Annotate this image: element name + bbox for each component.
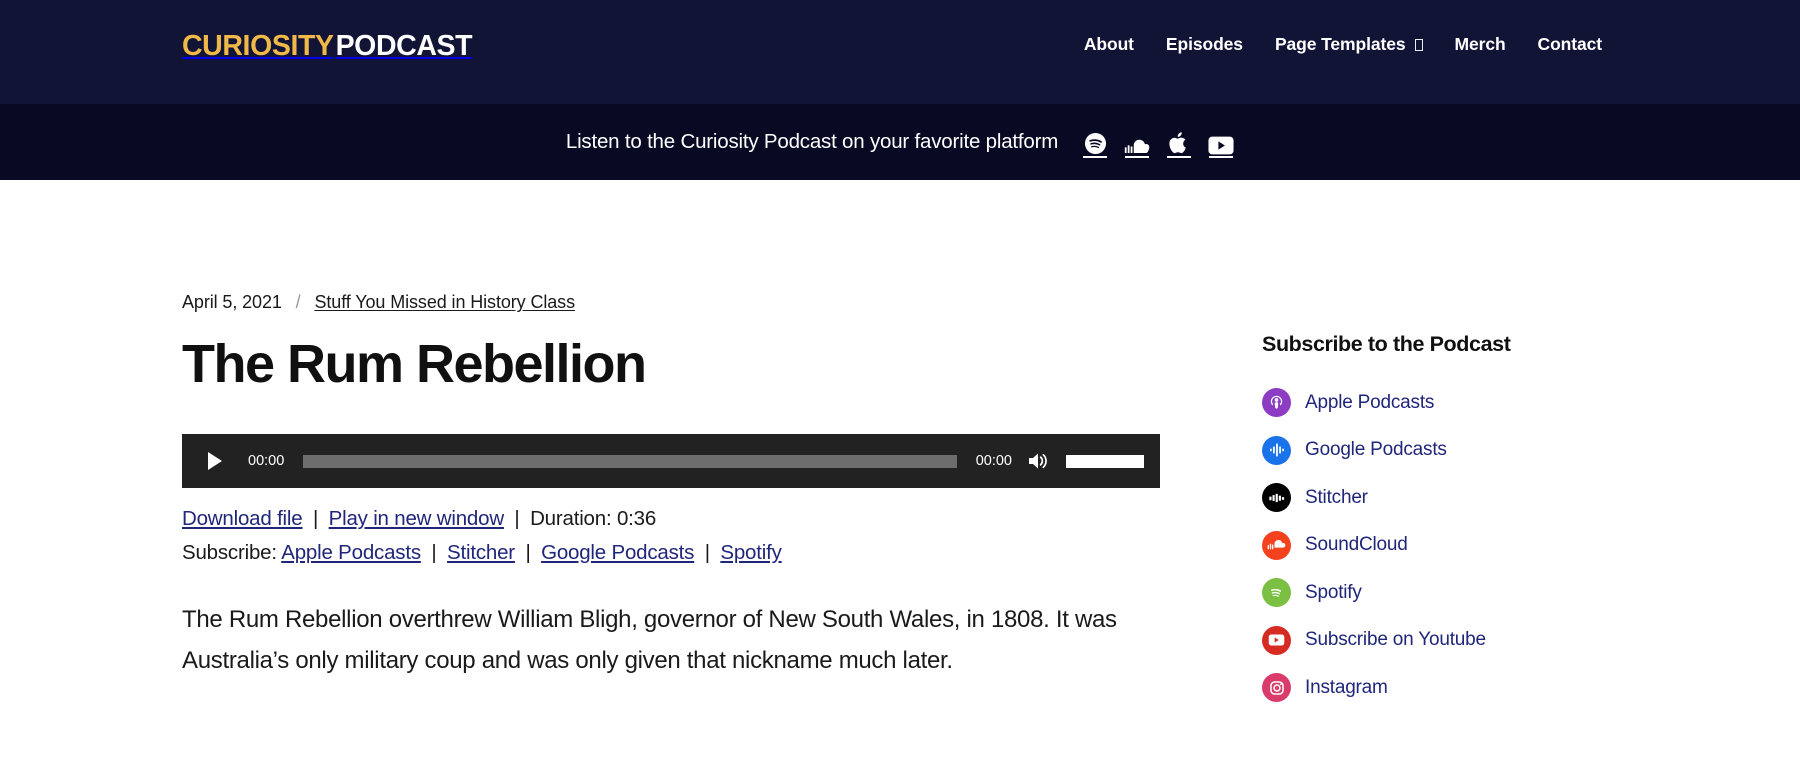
download-file-link[interactable]: Download file bbox=[182, 507, 303, 530]
player-links-row-2: Subscribe: Apple Podcasts | Stitcher | G… bbox=[182, 536, 1180, 569]
apple-icon[interactable] bbox=[1166, 129, 1192, 158]
player-links-row-1: Download file | Play in new window | Dur… bbox=[182, 502, 1180, 535]
platform-banner-icons bbox=[1082, 129, 1234, 158]
site-header: CURIOSITYPODCAST About Episodes Page Tem… bbox=[0, 0, 1800, 104]
link-separator: | bbox=[514, 507, 520, 531]
sidebar-item-label: Spotify bbox=[1305, 581, 1362, 603]
nav-item-episodes[interactable]: Episodes bbox=[1150, 34, 1259, 55]
sidebar-title: Subscribe to the Podcast bbox=[1262, 332, 1511, 356]
speaker-icon bbox=[1028, 453, 1047, 469]
content-wrapper: April 5, 2021 / Stuff You Missed in Hist… bbox=[180, 292, 1620, 721]
meta-separator: / bbox=[295, 292, 301, 312]
link-separator: | bbox=[312, 507, 319, 531]
subscribe-link-google-podcasts[interactable]: Google Podcasts bbox=[541, 541, 694, 564]
brand-name-secondary: PODCAST bbox=[335, 30, 473, 62]
post-meta: April 5, 2021 / Stuff You Missed in Hist… bbox=[182, 292, 1180, 313]
article-column: April 5, 2021 / Stuff You Missed in Hist… bbox=[180, 292, 1180, 682]
spotify-icon bbox=[1262, 578, 1291, 607]
sidebar-item-label: Instagram bbox=[1305, 676, 1388, 698]
player-current-time: 00:00 bbox=[248, 453, 285, 470]
nav-item-page-templates-label: Page Templates bbox=[1274, 34, 1406, 54]
sidebar-item-label: Stitcher bbox=[1305, 486, 1368, 508]
spotify-icon[interactable] bbox=[1082, 129, 1108, 158]
link-separator: | bbox=[525, 540, 531, 564]
audio-player[interactable]: 00:00 00:00 bbox=[182, 434, 1160, 489]
nav-item-page-templates[interactable]: Page Templates bbox=[1259, 34, 1439, 55]
subscribe-link-stitcher[interactable]: Stitcher bbox=[447, 541, 515, 564]
mute-button[interactable] bbox=[1024, 448, 1054, 474]
main-navigation: About Episodes Page Templates Merch Cont… bbox=[1068, 34, 1618, 55]
subscribe-list: Apple Podcasts Google Podcasts Stitcher bbox=[1262, 388, 1620, 702]
sidebar-item-apple-podcasts[interactable]: Apple Podcasts bbox=[1262, 388, 1620, 417]
youtube-icon bbox=[1262, 625, 1291, 655]
player-total-time: 00:00 bbox=[975, 453, 1012, 470]
post-date: April 5, 2021 bbox=[182, 292, 282, 312]
post-category-link[interactable]: Stuff You Missed in History Class bbox=[314, 292, 575, 312]
platform-banner: Listen to the Curiosity Podcast on your … bbox=[0, 104, 1800, 180]
sidebar: Subscribe to the Podcast Apple Podcasts … bbox=[1180, 292, 1620, 721]
subscribe-link-spotify[interactable]: Spotify bbox=[720, 541, 781, 564]
page-body: April 5, 2021 / Stuff You Missed in Hist… bbox=[0, 180, 1800, 721]
google-podcasts-icon bbox=[1262, 435, 1291, 465]
youtube-icon[interactable] bbox=[1208, 129, 1234, 158]
sidebar-item-label: Subscribe on Youtube bbox=[1305, 629, 1486, 650]
instagram-icon bbox=[1262, 673, 1291, 702]
player-links: Download file | Play in new window | Dur… bbox=[182, 502, 1180, 568]
dropdown-box-icon bbox=[1414, 38, 1423, 51]
soundcloud-icon[interactable] bbox=[1124, 129, 1150, 158]
brand-name-primary: CURIOSITY bbox=[182, 30, 334, 62]
link-separator: | bbox=[704, 540, 710, 564]
sidebar-item-stitcher[interactable]: Stitcher bbox=[1262, 483, 1620, 512]
duration-text: Duration: 0:36 bbox=[530, 507, 657, 531]
subscribe-label: Subscribe: bbox=[182, 540, 277, 564]
sidebar-item-youtube[interactable]: Subscribe on Youtube bbox=[1262, 625, 1620, 655]
sidebar-item-label: Apple Podcasts bbox=[1305, 391, 1435, 413]
play-icon bbox=[207, 452, 222, 471]
stitcher-icon bbox=[1262, 483, 1291, 512]
volume-slider[interactable] bbox=[1066, 454, 1144, 468]
subscribe-link-apple-podcasts[interactable]: Apple Podcasts bbox=[281, 541, 421, 564]
link-separator: | bbox=[431, 540, 437, 564]
play-in-new-window-link[interactable]: Play in new window bbox=[329, 507, 504, 530]
apple-podcasts-icon bbox=[1262, 388, 1291, 417]
nav-item-contact[interactable]: Contact bbox=[1522, 34, 1618, 55]
nav-item-merch[interactable]: Merch bbox=[1439, 34, 1522, 55]
sidebar-item-google-podcasts[interactable]: Google Podcasts bbox=[1262, 435, 1620, 465]
sidebar-item-label: SoundCloud bbox=[1305, 534, 1408, 555]
soundcloud-icon bbox=[1262, 530, 1291, 560]
nav-item-about[interactable]: About bbox=[1068, 34, 1150, 55]
sidebar-item-soundcloud[interactable]: SoundCloud bbox=[1262, 530, 1620, 560]
sidebar-item-spotify[interactable]: Spotify bbox=[1262, 578, 1620, 607]
site-logo[interactable]: CURIOSITYPODCAST bbox=[182, 30, 473, 62]
sidebar-item-instagram[interactable]: Instagram bbox=[1262, 673, 1620, 702]
sidebar-item-label: Google Podcasts bbox=[1305, 439, 1447, 460]
play-button[interactable] bbox=[198, 446, 228, 476]
post-excerpt: The Rum Rebellion overthrew William Blig… bbox=[182, 605, 1117, 675]
player-progress-bar[interactable] bbox=[303, 454, 957, 468]
page-title: The Rum Rebellion bbox=[182, 334, 647, 394]
platform-banner-text: Listen to the Curiosity Podcast on your … bbox=[565, 130, 1059, 153]
